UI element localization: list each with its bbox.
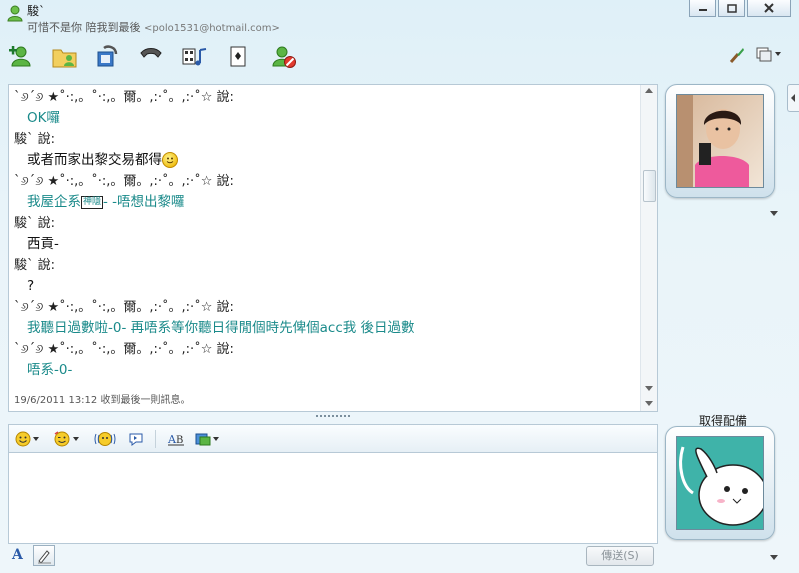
conversation-scrollbar[interactable] [640, 85, 657, 411]
chevron-down-icon [33, 437, 39, 441]
user-avatar-frame[interactable] [665, 426, 775, 540]
games-icon[interactable] [224, 44, 254, 70]
wink-icon [54, 431, 70, 447]
maximize-button[interactable] [718, 0, 745, 17]
contact-email: <polo1531@hotmail.com> [144, 23, 280, 34]
close-button[interactable] [747, 0, 791, 17]
font-style-icon[interactable]: A [12, 547, 23, 563]
presence-icon [7, 5, 23, 22]
send-button[interactable]: 傳送(S) [586, 546, 654, 566]
pane-splitter[interactable] [316, 415, 350, 419]
chevron-down-icon [775, 52, 781, 56]
user-avatar-menu-icon[interactable] [770, 555, 778, 560]
sender-line: 駿` 說: [14, 258, 56, 273]
sender-line: ˋ୬ˊ୬ ★˚·:,。˚·:,。爾。,:·˚。,:·˚☆ 說: [14, 300, 234, 315]
maximize-icon [726, 3, 737, 13]
compose-footer: A 傳送(S) [8, 544, 658, 568]
user-avatar [676, 436, 764, 530]
message-line: OK囉 [27, 110, 60, 126]
contact-status-line: 可惜不是你 陪我到最後 <polo1531@hotmail.com> [27, 19, 280, 35]
sender-line: ˋ୬ˊ୬ ★˚·:,。˚·:,。爾。,:·˚。,:·˚☆ 說: [14, 174, 234, 189]
minimize-button[interactable] [689, 0, 716, 17]
block-icon[interactable] [270, 44, 300, 70]
emoticon-icon [15, 431, 31, 447]
background-button[interactable] [195, 430, 219, 448]
voice-clip-button[interactable] [127, 430, 145, 448]
message-line: 或者而家出黎交易都得 [14, 150, 634, 171]
custom-emoticon-tag: 神隱 [81, 195, 104, 209]
nudge-icon [94, 432, 116, 446]
voice-clip-icon [129, 433, 143, 446]
title-bar: 駿` 可惜不是你 陪我到最後 <polo1531@hotmail.com> [0, 0, 799, 38]
sender-line: ˋ୬ˊ୬ ★˚·:,。˚·:,。爾。,:·˚。,:·˚☆ 說: [14, 90, 234, 105]
phone-call-icon[interactable] [136, 44, 166, 70]
font-button[interactable]: AB [167, 430, 185, 448]
scroll-down-icon[interactable] [645, 386, 653, 391]
message-line: 唔系-0- [27, 362, 73, 378]
chevron-down-icon [73, 437, 79, 441]
share-folder-icon[interactable] [50, 44, 80, 70]
last-message-status: 19/6/2011 13:12 收到最後一則訊息。 [14, 395, 191, 406]
message-line: 西貢- [27, 236, 59, 252]
message-list: ˋ୬ˊ୬ ★˚·:,。˚·:,。爾。,:·˚。,:·˚☆ 說: OK囉 駿` 說… [14, 87, 634, 381]
message-text: - -唔想出黎囉 [103, 194, 185, 210]
wink-button[interactable] [53, 430, 79, 448]
message-text: 或者而家出黎交易都得 [27, 152, 162, 168]
contact-personal-message: 可惜不是你 陪我到最後 [27, 21, 141, 34]
chevron-down-icon [213, 437, 219, 441]
sender-line: ˋ୬ˊ୬ ★˚·:,。˚·:,。爾。,:·˚。,:·˚☆ 說: [14, 342, 234, 357]
emoticon-button[interactable] [15, 430, 39, 448]
handwriting-button[interactable] [33, 545, 55, 566]
scroll-bottom-icon[interactable] [645, 401, 653, 406]
collapse-panel-tab[interactable] [787, 84, 799, 112]
contact-name: 駿` [27, 4, 46, 18]
message-line: 我聽日過數啦-0- 再唔系等你聽日得閒個時先俾個acc我 後日過數 [27, 320, 415, 336]
message-text: 我屋企系 [27, 194, 81, 210]
paint-icon[interactable] [728, 46, 746, 64]
display-menu-icon [756, 47, 772, 62]
scroll-up-icon[interactable] [645, 88, 653, 93]
display-menu-button[interactable] [756, 46, 781, 62]
svg-text:B: B [176, 435, 183, 446]
conversation-history[interactable]: ˋ୬ˊ୬ ★˚·:,。˚·:,。爾。,:·˚。,:·˚☆ 說: OK囉 駿` 說… [8, 84, 658, 412]
sender-line: 駿` 說: [14, 132, 56, 147]
contact-avatar-menu-icon[interactable] [770, 211, 778, 216]
scrollbar-thumb[interactable] [643, 170, 656, 202]
media-icon[interactable] [180, 44, 210, 70]
contact-avatar [676, 94, 764, 188]
video-call-icon[interactable] [92, 44, 122, 70]
conversation-toolbar [0, 40, 799, 76]
background-icon [195, 433, 211, 446]
toolbar-divider [155, 430, 156, 448]
minimize-icon [698, 9, 707, 11]
sender-line: 駿` 說: [14, 216, 56, 231]
message-line: 我屋企系 神隱 - -唔想出黎囉 [14, 192, 634, 213]
contact-avatar-frame[interactable] [665, 84, 775, 198]
pen-icon [38, 550, 51, 564]
message-line: ? [27, 278, 35, 294]
close-icon [764, 3, 774, 13]
add-contact-icon[interactable] [8, 44, 38, 70]
nudge-button[interactable] [93, 430, 117, 448]
font-icon: AB [167, 433, 184, 446]
smiley-emoticon-icon [162, 152, 178, 168]
message-input[interactable] [8, 452, 658, 544]
compose-toolbar: AB [8, 424, 658, 452]
